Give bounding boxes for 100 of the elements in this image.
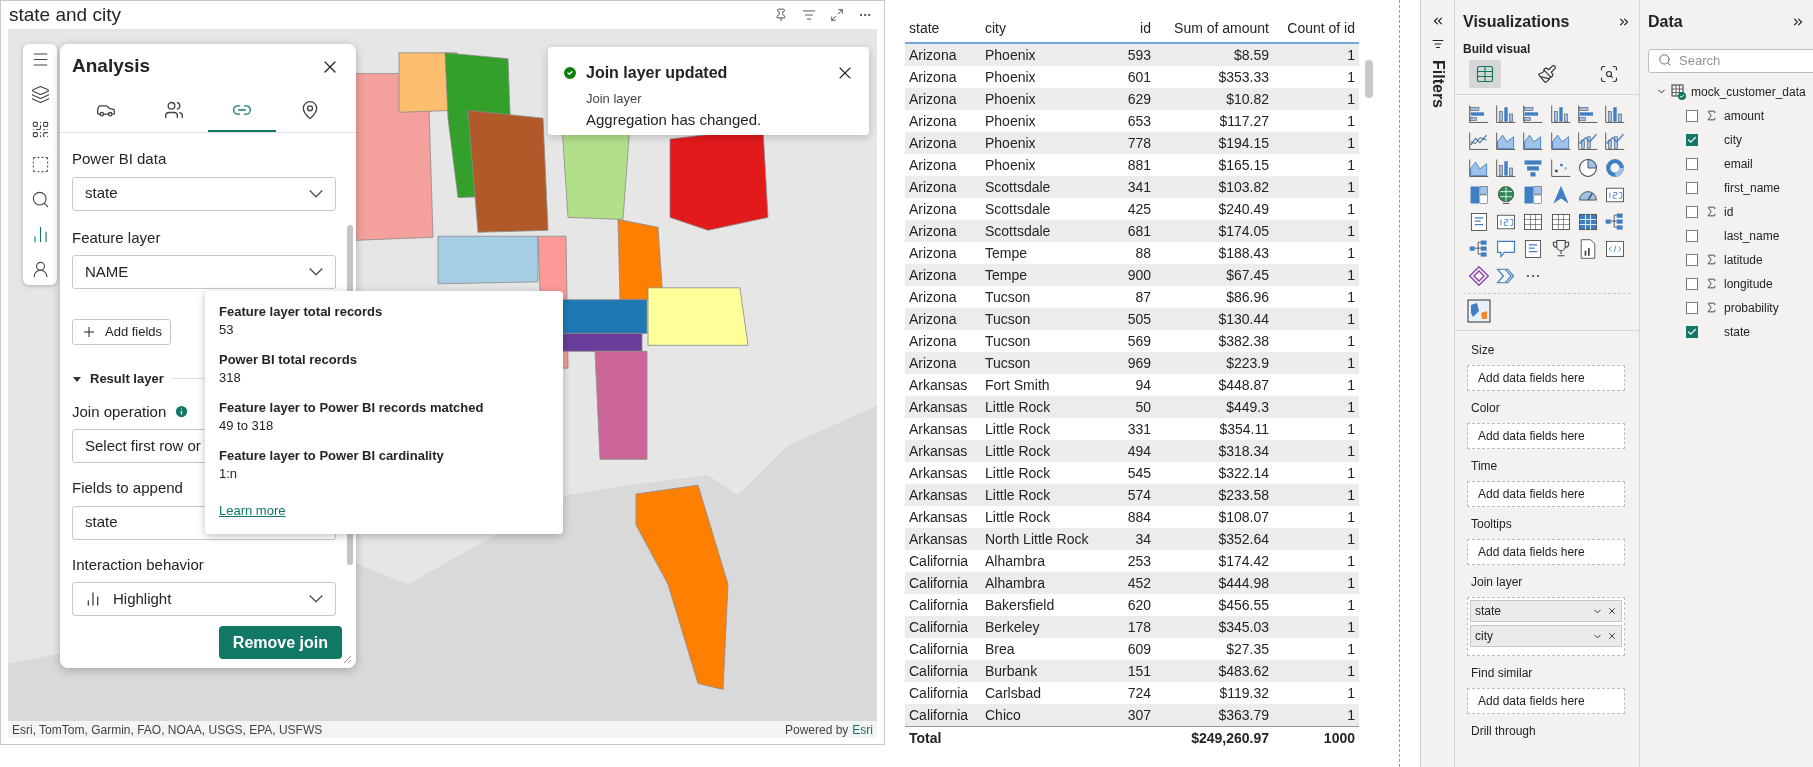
checkbox[interactable] xyxy=(1686,133,1698,146)
filters-pane-title[interactable]: Filters xyxy=(1425,60,1450,108)
field-name[interactable]: longitude xyxy=(1724,274,1773,293)
code-icon[interactable] xyxy=(1604,238,1627,260)
remove-join-button[interactable]: Remove join xyxy=(218,626,342,659)
table-cell-text: California xyxy=(908,683,970,703)
field-name[interactable]: id xyxy=(1724,202,1734,221)
dropdown[interactable]: NAME xyxy=(72,255,336,289)
column-header[interactable]: Count of id xyxy=(1273,17,1359,39)
table-cell-text: Little Rock xyxy=(984,397,1052,417)
donut-chart-icon[interactable] xyxy=(1604,157,1627,179)
bar-chart-icon[interactable] xyxy=(1577,103,1599,125)
table-name[interactable]: mock_customer_data xyxy=(1691,82,1806,101)
pin-icon[interactable] xyxy=(774,8,788,22)
field-name[interactable]: state xyxy=(1724,322,1750,341)
drop-zone[interactable]: Add data fields here xyxy=(1467,539,1625,565)
globe-icon[interactable] xyxy=(1495,184,1517,206)
field-name[interactable]: first_name xyxy=(1724,178,1781,197)
table-cell-text: $188.43 xyxy=(1217,243,1270,263)
checkbox[interactable] xyxy=(1686,181,1698,194)
table-cell-text: 452 xyxy=(1126,573,1152,593)
checkbox[interactable] xyxy=(1686,157,1698,170)
remove-icon xyxy=(1607,606,1617,616)
check-icon xyxy=(1687,134,1697,145)
table-cell-text: Arkansas xyxy=(908,529,969,549)
checkbox[interactable] xyxy=(1686,301,1698,314)
table-icon[interactable] xyxy=(1549,211,1572,233)
checkbox[interactable] xyxy=(1686,205,1698,218)
column-header[interactable]: state xyxy=(905,17,981,39)
table-cell-text: 87 xyxy=(1134,287,1152,307)
table-cell-text: Arizona xyxy=(908,353,958,373)
selection-icon[interactable] xyxy=(30,155,50,174)
field-name[interactable]: city xyxy=(1724,130,1742,149)
column-header[interactable]: id xyxy=(1111,17,1155,39)
combo-chart-icon[interactable] xyxy=(1604,130,1627,152)
table-cell-text: Phoenix xyxy=(984,133,1037,153)
area-chart-icon[interactable] xyxy=(1549,130,1572,152)
checkbox[interactable] xyxy=(1686,277,1698,290)
field-name[interactable]: email xyxy=(1724,154,1753,173)
drop-zone[interactable]: Add data fields here xyxy=(1467,365,1625,391)
focus-mode-icon[interactable] xyxy=(830,8,844,22)
combo-chart-icon[interactable] xyxy=(1577,130,1599,152)
grid-icon[interactable] xyxy=(30,120,50,139)
table-icon[interactable] xyxy=(1522,211,1545,233)
bar-chart-icon[interactable] xyxy=(1522,103,1545,125)
column-chart-icon[interactable] xyxy=(1495,103,1517,125)
add-fields-button[interactable]: Add fields xyxy=(72,319,172,345)
column-chart-icon[interactable] xyxy=(1604,103,1627,125)
column-header[interactable]: city xyxy=(981,17,1111,39)
expand-icon[interactable] xyxy=(1617,15,1631,29)
column-chart-icon[interactable] xyxy=(1549,103,1572,125)
line-chart-icon[interactable] xyxy=(1467,130,1490,152)
pie-chart-icon[interactable] xyxy=(1577,157,1599,179)
area-chart-icon[interactable] xyxy=(1467,157,1490,179)
diamond-icon[interactable] xyxy=(1467,265,1490,287)
field-chip[interactable]: state xyxy=(1470,600,1622,622)
drop-zone[interactable]: Add data fields here xyxy=(1467,688,1625,714)
field-name[interactable]: probability xyxy=(1724,298,1779,317)
drop-zone[interactable]: state city xyxy=(1467,597,1625,656)
esri-link[interactable]: Esri xyxy=(852,720,873,738)
scrollbar[interactable] xyxy=(1365,60,1373,98)
bar-chart-icon[interactable] xyxy=(1467,103,1490,125)
expand-icon[interactable] xyxy=(1791,15,1805,29)
column-header[interactable]: Sum of amount xyxy=(1155,17,1273,39)
field-name[interactable]: last_name xyxy=(1724,226,1780,245)
column-chart-icon[interactable] xyxy=(1495,157,1517,179)
search-icon[interactable] xyxy=(30,190,50,209)
drop-zone[interactable]: Add data fields here xyxy=(1467,481,1625,507)
dropdown[interactable]: state xyxy=(72,176,336,211)
matrix-icon[interactable] xyxy=(1577,211,1599,233)
dropdown[interactable]: Highlight xyxy=(72,582,336,616)
field-name[interactable]: latitude xyxy=(1724,250,1763,269)
checkbox[interactable] xyxy=(1686,325,1698,338)
checkbox[interactable] xyxy=(1686,253,1698,266)
filter-icon[interactable] xyxy=(802,8,816,22)
layers-icon[interactable] xyxy=(30,85,50,104)
table-cell-text: Tucson xyxy=(984,331,1032,351)
remove-icon xyxy=(1607,631,1617,641)
table-cell-text: Arizona xyxy=(908,89,958,109)
resize-grip-icon[interactable] xyxy=(342,654,352,664)
checkbox[interactable] xyxy=(1686,109,1698,122)
field-name[interactable]: amount xyxy=(1724,106,1765,125)
area-chart-icon[interactable] xyxy=(1522,130,1545,152)
treemap-icon[interactable] xyxy=(1522,184,1545,206)
map-visual-icon[interactable] xyxy=(1467,299,1491,323)
search-field[interactable]: Search xyxy=(1648,48,1813,73)
area-chart-icon[interactable] xyxy=(1495,130,1517,152)
speech-bubble-icon[interactable] xyxy=(1495,238,1517,260)
drop-zone[interactable]: Add data fields here xyxy=(1467,423,1625,449)
stat-value: 1:n xyxy=(219,465,239,483)
field-chip[interactable]: city xyxy=(1470,625,1622,647)
info-icon[interactable] xyxy=(174,404,190,420)
people-icon xyxy=(164,99,184,120)
table-cell-text: 1 xyxy=(1346,309,1356,329)
table-cell-text: 253 xyxy=(1126,551,1152,571)
table-cell-text: Carlsbad xyxy=(984,683,1043,703)
table-cell-text: 1 xyxy=(1346,243,1356,263)
tree-diagram-icon[interactable] xyxy=(1467,238,1490,260)
scatter-chart-icon[interactable] xyxy=(1549,157,1572,179)
checkbox[interactable] xyxy=(1686,229,1698,242)
